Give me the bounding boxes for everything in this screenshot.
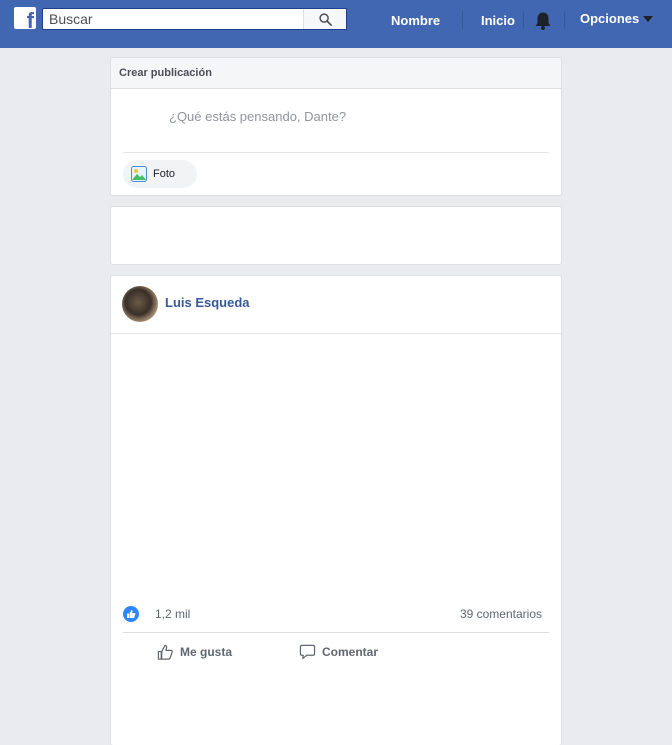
nav-divider <box>523 11 524 29</box>
author-avatar[interactable] <box>122 286 158 322</box>
post-stats: 1,2 mil 39 comentarios <box>111 598 561 632</box>
empty-feed-card <box>110 206 562 265</box>
like-count[interactable]: 1,2 mil <box>155 607 190 621</box>
options-menu[interactable]: Opciones <box>580 11 639 26</box>
search-box <box>42 8 347 30</box>
create-post-card: Crear publicación ¿Qué estás pensando, D… <box>110 57 562 196</box>
nav-divider <box>564 11 565 29</box>
feed-post-card: Luis Esqueda 1,2 mil 39 comentarios Me g… <box>110 275 562 745</box>
photo-button-label: Foto <box>153 168 176 180</box>
composer-divider <box>123 152 549 153</box>
nav-home-link[interactable]: Inicio <box>481 13 515 28</box>
top-navigation-bar: f Nombre Inicio Opciones <box>0 0 672 48</box>
bell-icon <box>535 12 551 30</box>
actions-divider <box>123 632 549 633</box>
facebook-logo-icon[interactable]: f <box>14 7 36 29</box>
search-button[interactable] <box>303 9 346 29</box>
post-author-name[interactable]: Luis Esqueda <box>165 295 250 310</box>
thumbs-up-icon <box>157 644 173 660</box>
comment-icon <box>299 644 316 660</box>
like-button-label: Me gusta <box>180 645 233 659</box>
comment-button-label: Comentar <box>322 645 379 659</box>
like-button[interactable]: Me gusta <box>157 640 232 664</box>
photo-icon <box>131 166 147 182</box>
nav-profile-link[interactable]: Nombre <box>391 13 440 28</box>
search-icon <box>318 12 332 26</box>
logo-letter: f <box>26 8 34 30</box>
post-composer-input[interactable]: ¿Qué estás pensando, Dante? <box>169 109 346 124</box>
comment-count[interactable]: 39 comentarios <box>460 607 542 621</box>
caret-down-icon[interactable] <box>643 16 653 22</box>
photo-button[interactable]: Foto <box>123 160 197 188</box>
nav-divider <box>462 11 463 29</box>
notifications-button[interactable] <box>534 11 552 36</box>
thumbs-up-mini-icon <box>127 610 136 618</box>
post-header: Luis Esqueda <box>111 276 561 334</box>
create-post-title: Crear publicación <box>111 58 561 89</box>
like-reaction-icon[interactable] <box>123 606 139 622</box>
search-input[interactable] <box>43 9 317 29</box>
comment-button[interactable]: Comentar <box>299 640 378 664</box>
